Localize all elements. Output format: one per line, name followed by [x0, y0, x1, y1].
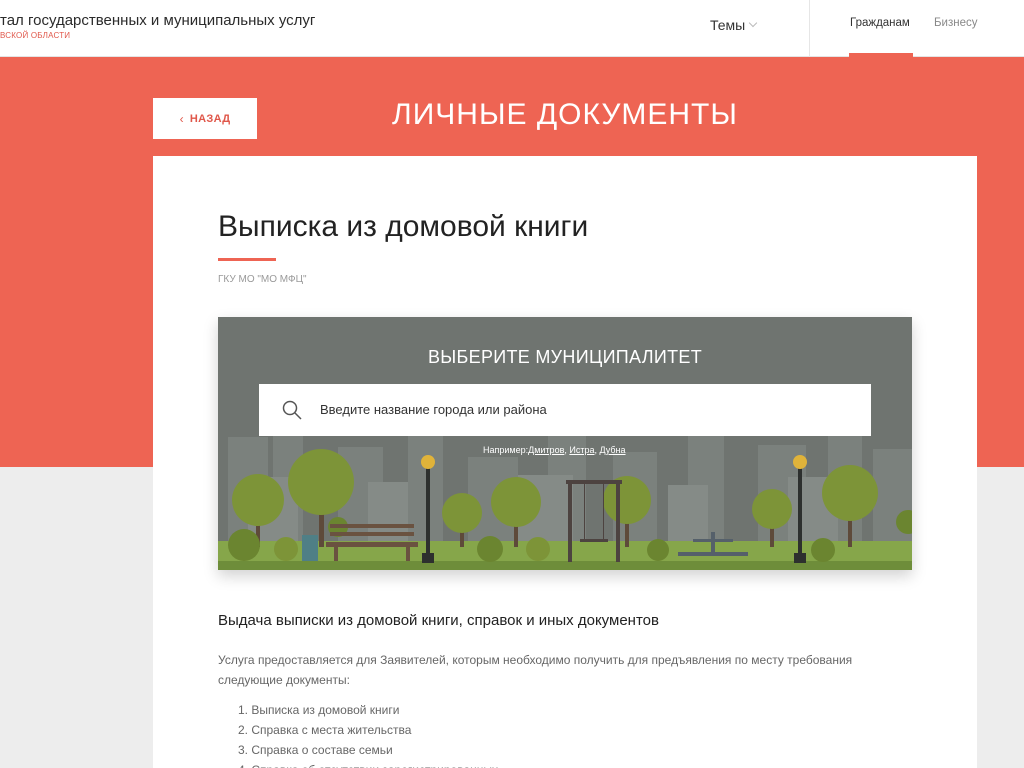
municipality-banner: ВЫБЕРИТЕ МУНИЦИПАЛИТЕТ Введите название … — [218, 317, 912, 570]
service-subheading: Выдача выписки из домовой книги, справок… — [218, 612, 659, 629]
list-item: 2. Справка с места жительства — [238, 723, 412, 737]
municipality-title: ВЫБЕРИТЕ МУНИЦИПАЛИТЕТ — [427, 347, 702, 367]
list-item: 3. Справка о составе семьи — [238, 743, 393, 757]
chevron-down-icon — [749, 18, 758, 28]
section-title: ЛИЧНЫЕ ДОКУМЕНТЫ — [392, 98, 738, 131]
example-link-istra[interactable]: Истра — [569, 445, 594, 455]
search-icon — [282, 400, 302, 420]
page-title: Выписка из домовой книги — [218, 210, 589, 243]
list-item: 1. Выписка из домовой книги — [238, 703, 400, 717]
tab-citizens[interactable]: Гражданам — [850, 17, 910, 29]
municipality-search-input[interactable]: Введите название города или района — [259, 384, 871, 436]
back-button[interactable]: ‹ НАЗАД — [153, 98, 257, 139]
list-item: 4. Справка об отсутствии зарегистрирован… — [238, 760, 498, 768]
organization-label: ГКУ МО "МО МФЦ" — [218, 274, 307, 285]
tab-business[interactable]: Бизнесу — [934, 17, 978, 29]
site-subtitle: вской области — [0, 31, 71, 40]
examples-prefix: Например: — [483, 445, 529, 455]
search-placeholder: Введите название города или района — [320, 402, 547, 417]
example-link-dubna[interactable]: Дубна — [600, 445, 626, 455]
service-description: Услуга предоставляется для Заявителей, к… — [218, 653, 853, 687]
example-link-dmitrov[interactable]: Дмитров — [528, 445, 564, 455]
themes-dropdown[interactable]: Темы — [710, 17, 758, 33]
back-button-label: НАЗАД — [189, 112, 231, 125]
content-card: Выписка из домовой книги ГКУ МО "МО МФЦ" — [153, 156, 977, 768]
site-title[interactable]: тал государственных и муниципальных услу… — [0, 12, 315, 29]
site-header: тал государственных и муниципальных услу… — [0, 0, 1024, 57]
search-examples: Например:Дмитров, Истра, Дубна — [483, 445, 626, 455]
documents-list: 1. Выписка из домовой книги 2. Справка с… — [238, 700, 498, 768]
heading-underline — [218, 258, 276, 261]
themes-label: Темы — [710, 17, 746, 33]
chevron-left-icon: ‹ — [179, 111, 184, 126]
header-divider — [809, 0, 810, 57]
